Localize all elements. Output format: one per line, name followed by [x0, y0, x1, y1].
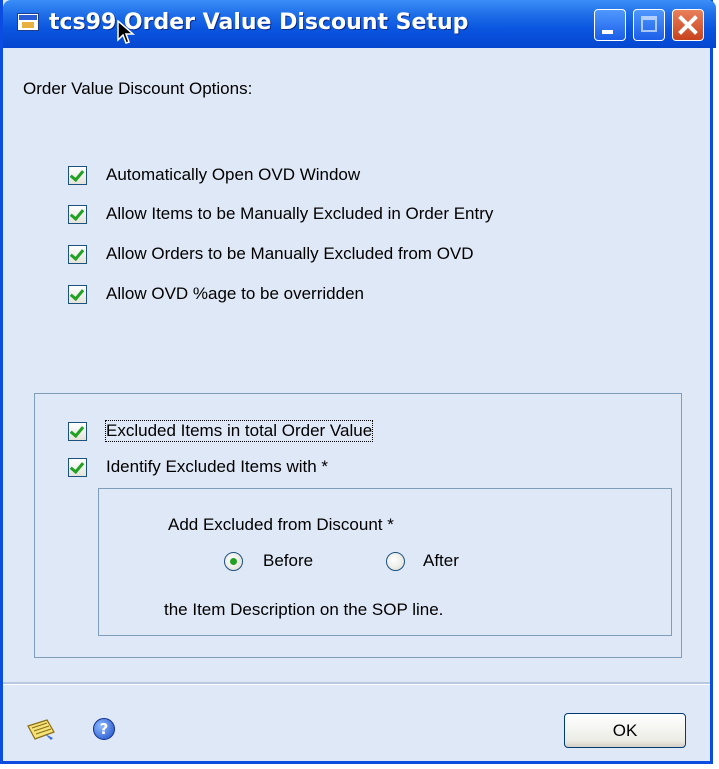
- minimize-button[interactable]: [594, 9, 626, 41]
- mouse-cursor-icon: [117, 20, 135, 44]
- checkbox-box[interactable]: [68, 205, 87, 224]
- ok-button[interactable]: OK: [564, 713, 686, 748]
- checkbox-box[interactable]: [68, 458, 87, 477]
- note-icon[interactable]: [25, 718, 57, 742]
- checkbox-label: Excluded Items in total Order Value: [104, 420, 374, 442]
- item-description-label: the Item Description on the SOP line.: [164, 600, 444, 619]
- checkbox-box[interactable]: [68, 285, 87, 304]
- options-heading: Order Value Discount Options:: [23, 79, 253, 98]
- radio-after-label[interactable]: After: [423, 551, 459, 571]
- add-excluded-label: Add Excluded from Discount *: [168, 515, 394, 534]
- radio-after[interactable]: [386, 552, 405, 571]
- checkbox-box[interactable]: [68, 245, 87, 264]
- close-icon: [678, 15, 698, 35]
- checkbox-label: Identify Excluded Items with *: [106, 457, 329, 476]
- checkbox-box[interactable]: [68, 166, 87, 185]
- dialog-window: tcs99 Order Value Discount Setup Order V…: [0, 0, 716, 764]
- maximize-button[interactable]: [633, 9, 665, 41]
- window-title: tcs99 Order Value Discount Setup: [49, 10, 469, 35]
- title-bar[interactable]: tcs99 Order Value Discount Setup: [3, 0, 716, 48]
- radio-before[interactable]: [224, 552, 243, 571]
- checkbox-box[interactable]: [68, 422, 87, 441]
- checkbox-label: Allow Items to be Manually Excluded in O…: [106, 204, 494, 223]
- close-button[interactable]: [672, 9, 704, 41]
- footer-separator: [3, 682, 710, 685]
- window-icon[interactable]: [17, 13, 39, 31]
- checkbox-label: Allow OVD %age to be overridden: [106, 284, 364, 303]
- help-icon[interactable]: ?: [93, 718, 115, 740]
- radio-before-label[interactable]: Before: [263, 551, 313, 571]
- checkbox-label: Automatically Open OVD Window: [106, 165, 361, 184]
- checkbox-label: Allow Orders to be Manually Excluded fro…: [106, 244, 474, 263]
